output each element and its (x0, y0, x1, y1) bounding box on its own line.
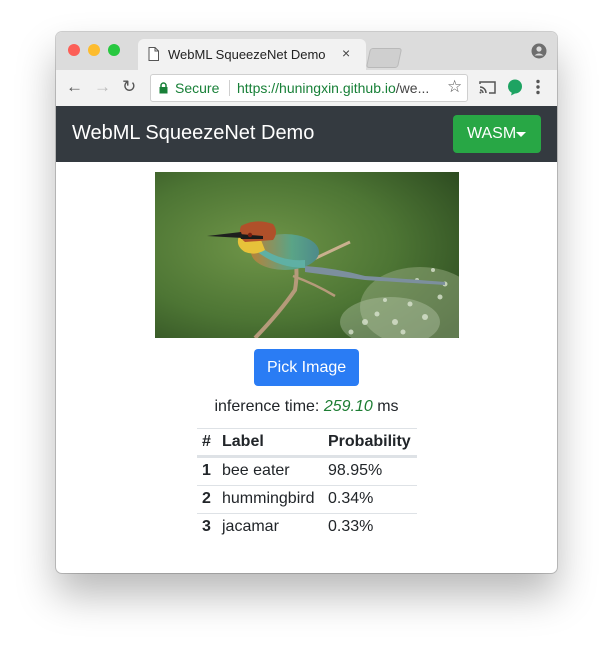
url-path: /we... (395, 80, 430, 96)
page-icon (148, 47, 159, 61)
row-probability: 98.95% (328, 462, 383, 479)
forward-arrow-icon[interactable]: → (94, 77, 111, 97)
row-probability: 0.33% (328, 518, 374, 535)
browser-window: WebML SqueezeNet Demo × ← → ↻ Secure htt… (56, 32, 557, 573)
app-navbar: WebML SqueezeNet Demo WASM (56, 106, 557, 162)
caret-down-icon (516, 132, 526, 137)
cast-icon[interactable] (479, 80, 496, 95)
header-label: Label (222, 433, 264, 450)
menu-dots-icon[interactable] (535, 79, 541, 95)
table-row: 1 bee eater 98.95% (197, 457, 417, 485)
address-bar[interactable]: Secure https://huningxin.github.io/we...… (150, 74, 468, 102)
input-image (155, 172, 459, 338)
results-table: # Label Probability 1 bee eater 98.95% 2… (197, 428, 417, 541)
new-tab-button[interactable] (365, 48, 403, 68)
extension-icon[interactable] (507, 79, 523, 96)
url-scheme: https:// (237, 80, 280, 96)
bookmark-star-icon[interactable]: ☆ (447, 77, 462, 97)
tab-close-button[interactable]: × (342, 45, 350, 61)
header-rank: # (202, 433, 211, 450)
browser-tab[interactable]: WebML SqueezeNet Demo × (138, 39, 366, 70)
inference-time-unit: ms (377, 398, 399, 415)
inference-time-value: 259.10 (323, 398, 373, 415)
address-divider (229, 80, 230, 96)
back-arrow-icon[interactable]: ← (66, 77, 83, 97)
app-brand[interactable]: WebML SqueezeNet Demo (72, 122, 314, 145)
reload-icon[interactable]: ↻ (122, 77, 136, 97)
row-rank: 3 (202, 518, 211, 535)
close-window-button[interactable] (68, 44, 80, 56)
backend-dropdown-button[interactable]: WASM (453, 115, 541, 153)
pick-image-label: Pick Image (267, 359, 347, 376)
results-header-row: # Label Probability (197, 428, 417, 457)
row-label: bee eater (222, 462, 290, 479)
zoom-window-button[interactable] (108, 44, 120, 56)
url-host: huningxin.github.io (279, 80, 396, 96)
url-text[interactable]: https://huningxin.github.io/we... (237, 80, 437, 96)
table-row: 3 jacamar 0.33% (197, 513, 417, 541)
browser-toolbar: ← → ↻ Secure https://huningxin.github.io… (56, 70, 557, 107)
row-rank: 1 (202, 462, 211, 479)
table-row: 2 hummingbird 0.34% (197, 485, 417, 513)
title-bar: WebML SqueezeNet Demo × (56, 32, 557, 70)
profile-icon[interactable] (531, 43, 547, 59)
minimize-window-button[interactable] (88, 44, 100, 56)
header-probability: Probability (328, 433, 411, 450)
backend-label: WASM (467, 125, 517, 142)
row-rank: 2 (202, 490, 211, 507)
pick-image-button[interactable]: Pick Image (254, 349, 359, 386)
inference-time: inference time: 259.10 ms (56, 398, 557, 416)
secure-label: Secure (175, 80, 220, 96)
row-label: jacamar (222, 518, 279, 535)
row-probability: 0.34% (328, 490, 374, 507)
row-label: hummingbird (222, 490, 315, 507)
lock-icon (159, 82, 168, 94)
inference-time-prefix: inference time: (214, 398, 320, 415)
tab-title: WebML SqueezeNet Demo (168, 47, 326, 62)
